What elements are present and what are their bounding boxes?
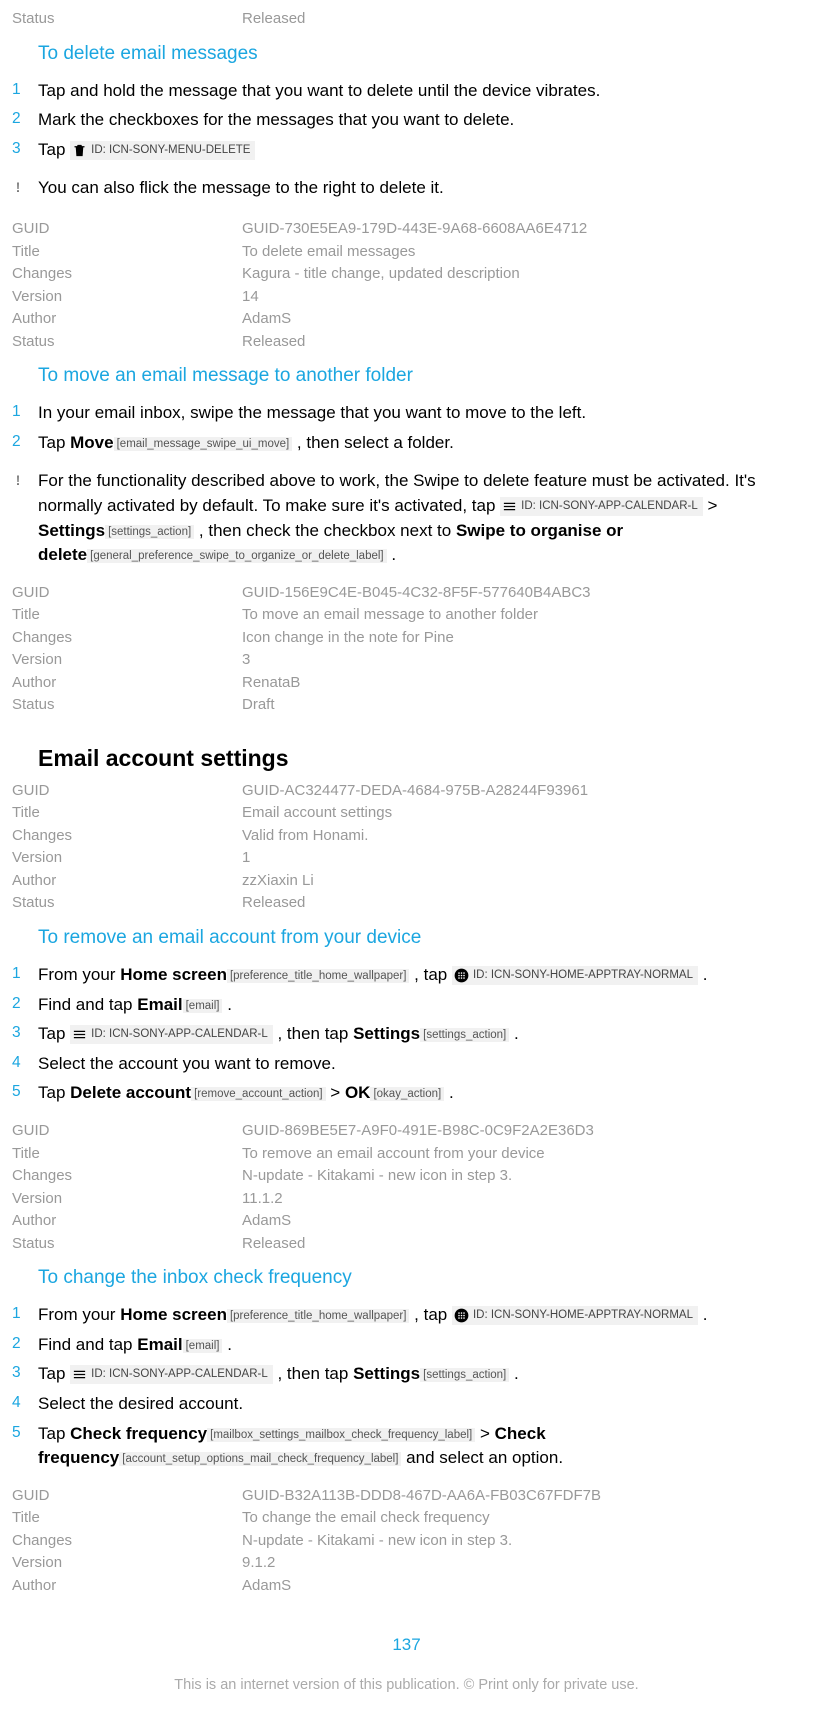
section-heading-check-frequency: To change the inbox check frequency [38, 1267, 801, 1289]
meta-table: GUIDGUID-869BE5E7-A9F0-491E-B98C-0C9F2A2… [12, 1120, 801, 1255]
trash-icon: ID: ICN-SONY-MENU-DELETE [70, 141, 255, 160]
menu-icon: ID: ICN-SONY-APP-CALENDAR-L [70, 1365, 273, 1384]
note: You can also flick the message to the ri… [12, 176, 801, 204]
step: 5Tap Check frequency[mailbox_settings_ma… [12, 1422, 801, 1471]
step: 2Tap Move[email_message_swipe_ui_move] ,… [12, 431, 801, 456]
warning-icon [12, 469, 38, 568]
section-heading-remove-account: To remove an email account from your dev… [38, 927, 801, 949]
meta-table: StatusReleased [12, 8, 801, 31]
step: 1From your Home screen[preference_title_… [12, 1303, 801, 1328]
menu-icon: ID: ICN-SONY-APP-CALENDAR-L [70, 1025, 273, 1044]
step: 4Select the account you want to remove. [12, 1052, 801, 1077]
step: 4Select the desired account. [12, 1392, 801, 1417]
steps-list: 1In your email inbox, swipe the message … [12, 401, 801, 455]
apptray-icon: ID: ICN-SONY-HOME-APPTRAY-NORMAL [452, 966, 698, 985]
meta-label: Status [12, 8, 242, 31]
steps-list: 1From your Home screen[preference_title_… [12, 963, 801, 1106]
meta-table: GUIDGUID-AC324477-DEDA-4684-975B-A28244F… [12, 780, 801, 915]
meta-table: GUIDGUID-B32A113B-DDD8-467D-AA6A-FB03C67… [12, 1485, 801, 1598]
section-heading-account-settings: Email account settings [38, 745, 801, 772]
steps-list: 1From your Home screen[preference_title_… [12, 1303, 801, 1471]
step: 3Tap ID: ICN-SONY-MENU-DELETE [12, 138, 801, 163]
step: 1Tap and hold the message that you want … [12, 79, 801, 104]
step: 3Tap ID: ICN-SONY-APP-CALENDAR-L , then … [12, 1362, 801, 1387]
step: 1From your Home screen[preference_title_… [12, 963, 801, 988]
meta-table: GUIDGUID-730E5EA9-179D-443E-9A68-6608AA6… [12, 218, 801, 353]
meta-table: GUIDGUID-156E9C4E-B045-4C32-8F5F-577640B… [12, 582, 801, 717]
step: 2Find and tap Email[email] . [12, 1333, 801, 1358]
steps-list: 1Tap and hold the message that you want … [12, 79, 801, 163]
note: For the functionality described above to… [12, 469, 801, 568]
apptray-icon: ID: ICN-SONY-HOME-APPTRAY-NORMAL [452, 1306, 698, 1325]
page-number: 137 [12, 1635, 801, 1655]
footer-text: This is an internet version of this publ… [12, 1677, 801, 1693]
section-heading-delete: To delete email messages [38, 43, 801, 65]
menu-icon: ID: ICN-SONY-APP-CALENDAR-L [500, 497, 703, 516]
step: 2Mark the checkboxes for the messages th… [12, 108, 801, 133]
section-heading-move: To move an email message to another fold… [38, 365, 801, 387]
warning-icon [12, 176, 38, 204]
step: 3Tap ID: ICN-SONY-APP-CALENDAR-L , then … [12, 1022, 801, 1047]
step: 1In your email inbox, swipe the message … [12, 401, 801, 426]
step: 5Tap Delete account[remove_account_actio… [12, 1081, 801, 1106]
step: 2Find and tap Email[email] . [12, 993, 801, 1018]
meta-value: Released [242, 8, 801, 31]
